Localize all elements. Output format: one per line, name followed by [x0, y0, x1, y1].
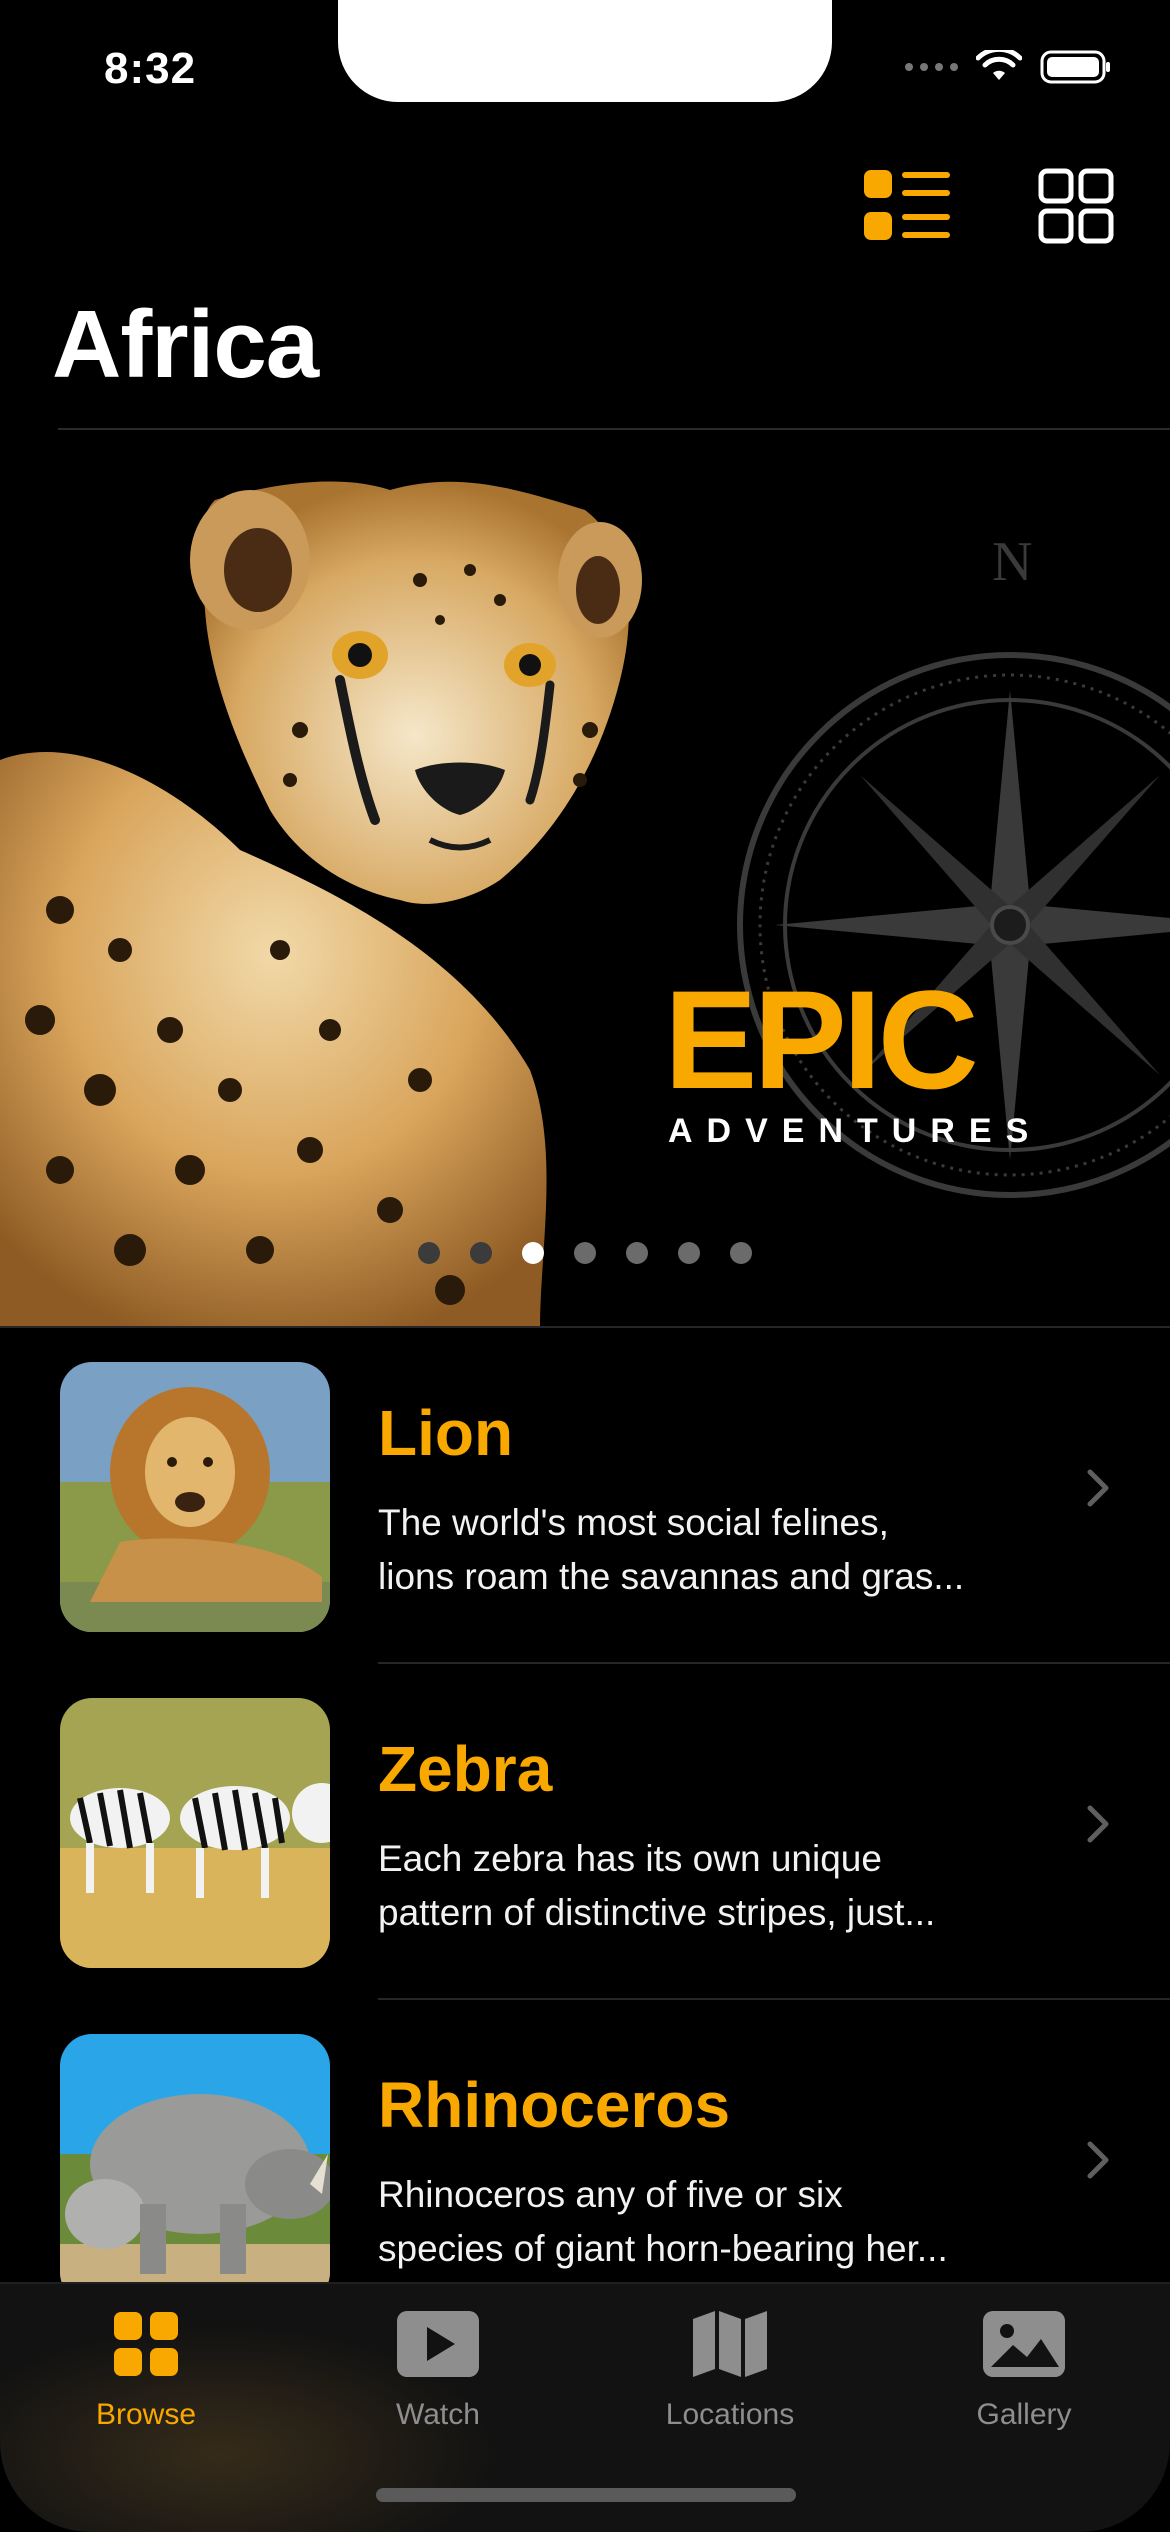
zebra-thumbnail [60, 1698, 330, 1968]
page-dot[interactable] [470, 1242, 492, 1264]
page-indicator[interactable] [418, 1242, 752, 1264]
banner-headline: EPIC [664, 961, 979, 1118]
tab-label: Browse [95, 2398, 197, 2431]
tab-watch[interactable]: Watch [328, 2304, 548, 2432]
tab-gallery[interactable]: Gallery [914, 2304, 1134, 2432]
photo-icon [914, 2304, 1134, 2384]
device-notch [338, 0, 832, 102]
home-indicator[interactable] [376, 2488, 796, 2502]
chevron-right-icon [1087, 1805, 1109, 1843]
compass-north: N [992, 531, 1032, 593]
page-dot[interactable] [574, 1242, 596, 1264]
page-dot[interactable] [626, 1242, 648, 1264]
status-time: 8:32 [104, 44, 197, 93]
page-title: Africa [52, 291, 319, 398]
description-line: The world's most social felines, [378, 1502, 889, 1543]
list-item-description: The world's most social felines, lions r… [378, 1496, 1018, 1604]
app-screen: 8:32 Africa N EPIC ADVENTURES Lion The w… [0, 0, 1170, 2532]
animal-list: Lion The world's most social felines, li… [0, 1328, 1170, 2336]
page-dot-active[interactable] [522, 1242, 544, 1264]
chevron-right-icon [1087, 1469, 1109, 1507]
tab-locations[interactable]: Locations [620, 2304, 840, 2432]
cheetah-image [0, 481, 642, 1328]
compass-south: S [995, 1241, 1026, 1250]
description-line: species of giant horn-bearing her... [378, 2228, 948, 2269]
tab-browse[interactable]: Browse [36, 2304, 256, 2432]
status-icons [905, 50, 1112, 84]
tab-label: Watch [396, 2398, 480, 2431]
page-dot[interactable] [730, 1242, 752, 1264]
page-dot[interactable] [678, 1242, 700, 1264]
tab-label: Locations [665, 2398, 795, 2431]
battery-icon [1040, 50, 1110, 84]
banner-subline: ADVENTURES [668, 1112, 1043, 1150]
description-line: lions roam the savannas and gras... [378, 1556, 965, 1597]
signal-dots-icon [905, 63, 958, 71]
chevron-right-icon [1087, 2141, 1109, 2179]
list-item-title: Rhinoceros [378, 2069, 731, 2141]
description-line: pattern of distinctive stripes, just... [378, 1892, 936, 1933]
list-item[interactable]: Zebra Each zebra has its own unique patt… [0, 1664, 1170, 2000]
layout-toggle [864, 168, 1114, 244]
grid-view-icon[interactable] [1038, 168, 1114, 244]
grid-icon [36, 2304, 256, 2384]
map-icon [620, 2304, 840, 2384]
list-item[interactable]: Lion The world's most social felines, li… [0, 1328, 1170, 1664]
page-dot[interactable] [418, 1242, 440, 1264]
description-line: Each zebra has its own unique [378, 1838, 882, 1879]
list-item-description: Each zebra has its own unique pattern of… [378, 1832, 1018, 1940]
list-view-icon[interactable] [864, 168, 950, 244]
description-line: Rhinoceros any of five or six [378, 2174, 843, 2215]
wifi-icon [976, 50, 1022, 80]
lion-thumbnail [60, 1362, 330, 1632]
status-bar: 8:32 [0, 0, 1170, 150]
tab-label: Gallery [976, 2398, 1072, 2431]
list-item-title: Zebra [378, 1733, 553, 1805]
list-item-title: Lion [378, 1397, 514, 1469]
list-item-description: Rhinoceros any of five or six species of… [378, 2168, 1018, 2276]
rhinoceros-thumbnail [60, 2034, 330, 2304]
featured-banner[interactable]: N S W [0, 430, 1170, 1328]
play-icon [328, 2304, 548, 2384]
